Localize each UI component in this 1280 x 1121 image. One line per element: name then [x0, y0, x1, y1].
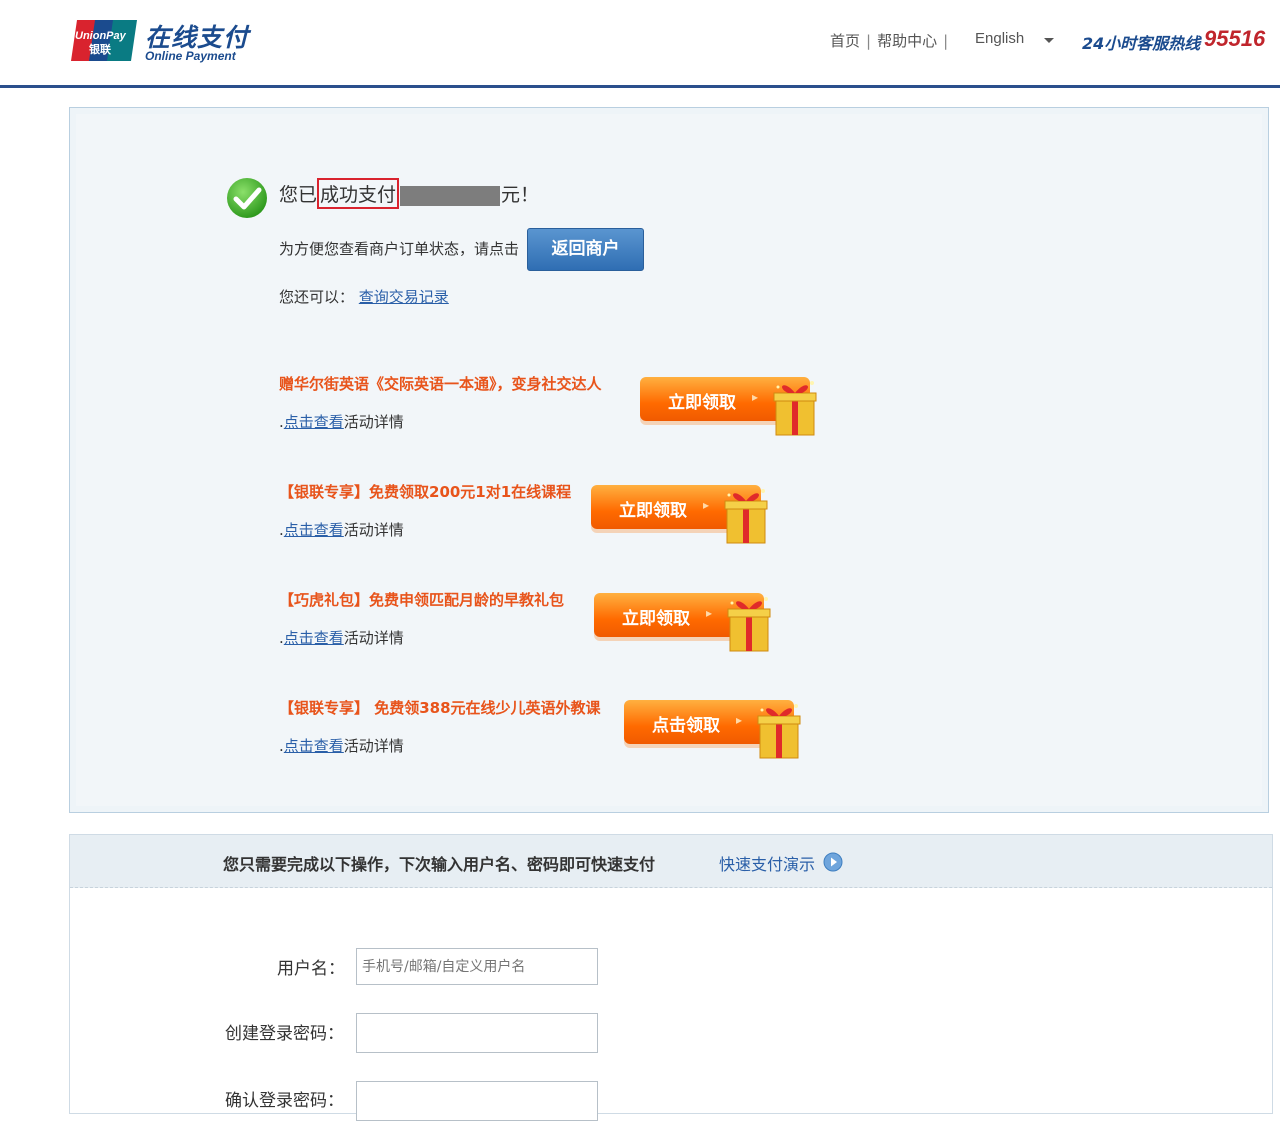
promo-detail: .点击查看活动详情 [279, 519, 404, 540]
password-label: 创建登录密码： [225, 1024, 344, 1044]
success-prefix: 您已 [279, 184, 318, 206]
return-hint: 为方便您查看商户订单状态，请点击 [279, 240, 520, 258]
chevron-down-icon[interactable] [1044, 38, 1054, 43]
also-row: 您还可以： 查询交易记录 [279, 286, 449, 307]
logo-en-text: Online Payment [145, 49, 236, 63]
promo-detail-text: 活动详情 [343, 521, 404, 539]
success-check-icon [227, 178, 267, 218]
quick-pay-demo-link[interactable]: 快速支付演示 [719, 851, 815, 875]
transaction-history-link[interactable]: 查询交易记录 [359, 288, 449, 306]
language-selector[interactable]: English [975, 30, 1024, 47]
promo-view-link[interactable]: 点击查看 [284, 413, 344, 431]
top-nav: 首页 | 帮助中心 | [830, 30, 954, 51]
promo-detail: .点击查看活动详情 [279, 735, 404, 756]
confirm-password-input[interactable] [356, 1081, 598, 1121]
nav-separator: | [943, 32, 949, 50]
masked-amount [400, 185, 501, 206]
promo-detail-text: 活动详情 [343, 629, 404, 647]
claim-button-label: 立即领取 [668, 393, 736, 413]
promo-detail-text: 活动详情 [343, 413, 404, 431]
also-label: 您还可以： [279, 288, 355, 306]
play-icon[interactable] [823, 852, 843, 872]
promo-title: 【银联专享】 免费领388元在线少儿英语外教课 [279, 699, 601, 717]
success-suffix: 元！ [501, 184, 540, 206]
hotline-number: 95516 [1204, 26, 1266, 51]
claim-button[interactable]: 立即领取 ▸ [591, 483, 773, 545]
return-merchant-button[interactable]: 返回商户 [527, 228, 644, 271]
gift-icon [773, 381, 817, 436]
gift-icon [757, 704, 801, 759]
gift-icon [724, 489, 768, 544]
success-message: 您已 成功支付 元！ [279, 178, 539, 209]
chevron-right-icon: ▸ [752, 390, 759, 404]
claim-button-label: 立即领取 [619, 501, 687, 521]
register-message: 您只需要完成以下操作，下次输入用户名、密码即可快速支付 [223, 855, 656, 874]
nav-home-link[interactable]: 首页 [830, 32, 860, 50]
username-input[interactable] [356, 948, 598, 985]
chevron-right-icon: ▸ [736, 713, 743, 727]
unionpay-logo[interactable]: UnionPay 银联 在线支付 Online Payment [69, 18, 249, 66]
claim-button-label: 立即领取 [622, 609, 690, 629]
confirm-password-label: 确认登录密码： [225, 1091, 344, 1111]
success-highlight: 成功支付 [317, 178, 400, 209]
promo-detail: .点击查看活动详情 [279, 627, 404, 648]
promo-title: 【巧虎礼包】免费申领匹配月龄的早教礼包 [279, 591, 565, 609]
chevron-right-icon: ▸ [706, 606, 713, 620]
nav-help-link[interactable]: 帮助中心 [877, 32, 937, 50]
promo-view-link[interactable]: 点击查看 [284, 737, 344, 755]
hotline-label: 24小时客服热线 [1082, 34, 1201, 53]
nav-separator: | [866, 32, 872, 50]
claim-button-label: 点击领取 [652, 716, 720, 736]
quick-pay-register-panel: 您只需要完成以下操作，下次输入用户名、密码即可快速支付 快速支付演示 用户名： … [69, 834, 1273, 1121]
svg-text:银联: 银联 [89, 42, 111, 56]
chevron-right-icon: ▸ [703, 498, 710, 512]
promo-detail: .点击查看活动详情 [279, 411, 404, 432]
page-header: UnionPay 银联 在线支付 Online Payment 首页 | 帮助中心 |… [0, 0, 1280, 88]
promo-view-link[interactable]: 点击查看 [284, 521, 344, 539]
username-label: 用户名： [277, 959, 345, 979]
promo-title: 赠华尔街英语《交际英语一本通》，变身社交达人 [279, 375, 602, 393]
claim-button[interactable]: 立即领取 ▸ [640, 375, 822, 437]
promo-title: 【银联专享】免费领取200元1对1在线课程 [279, 483, 572, 501]
claim-button[interactable]: 立即领取 ▸ [594, 591, 776, 653]
svg-text:UnionPay: UnionPay [75, 30, 127, 42]
unionpay-logo-icon: UnionPay 银联 [71, 20, 137, 61]
claim-button[interactable]: 点击领取 ▸ [624, 698, 806, 760]
promo-detail-text: 活动详情 [343, 737, 404, 755]
promo-view-link[interactable]: 点击查看 [284, 629, 344, 647]
gift-icon [727, 597, 771, 652]
register-header: 您只需要完成以下操作，下次输入用户名、密码即可快速支付 快速支付演示 [70, 835, 1272, 888]
password-input[interactable] [356, 1013, 598, 1053]
